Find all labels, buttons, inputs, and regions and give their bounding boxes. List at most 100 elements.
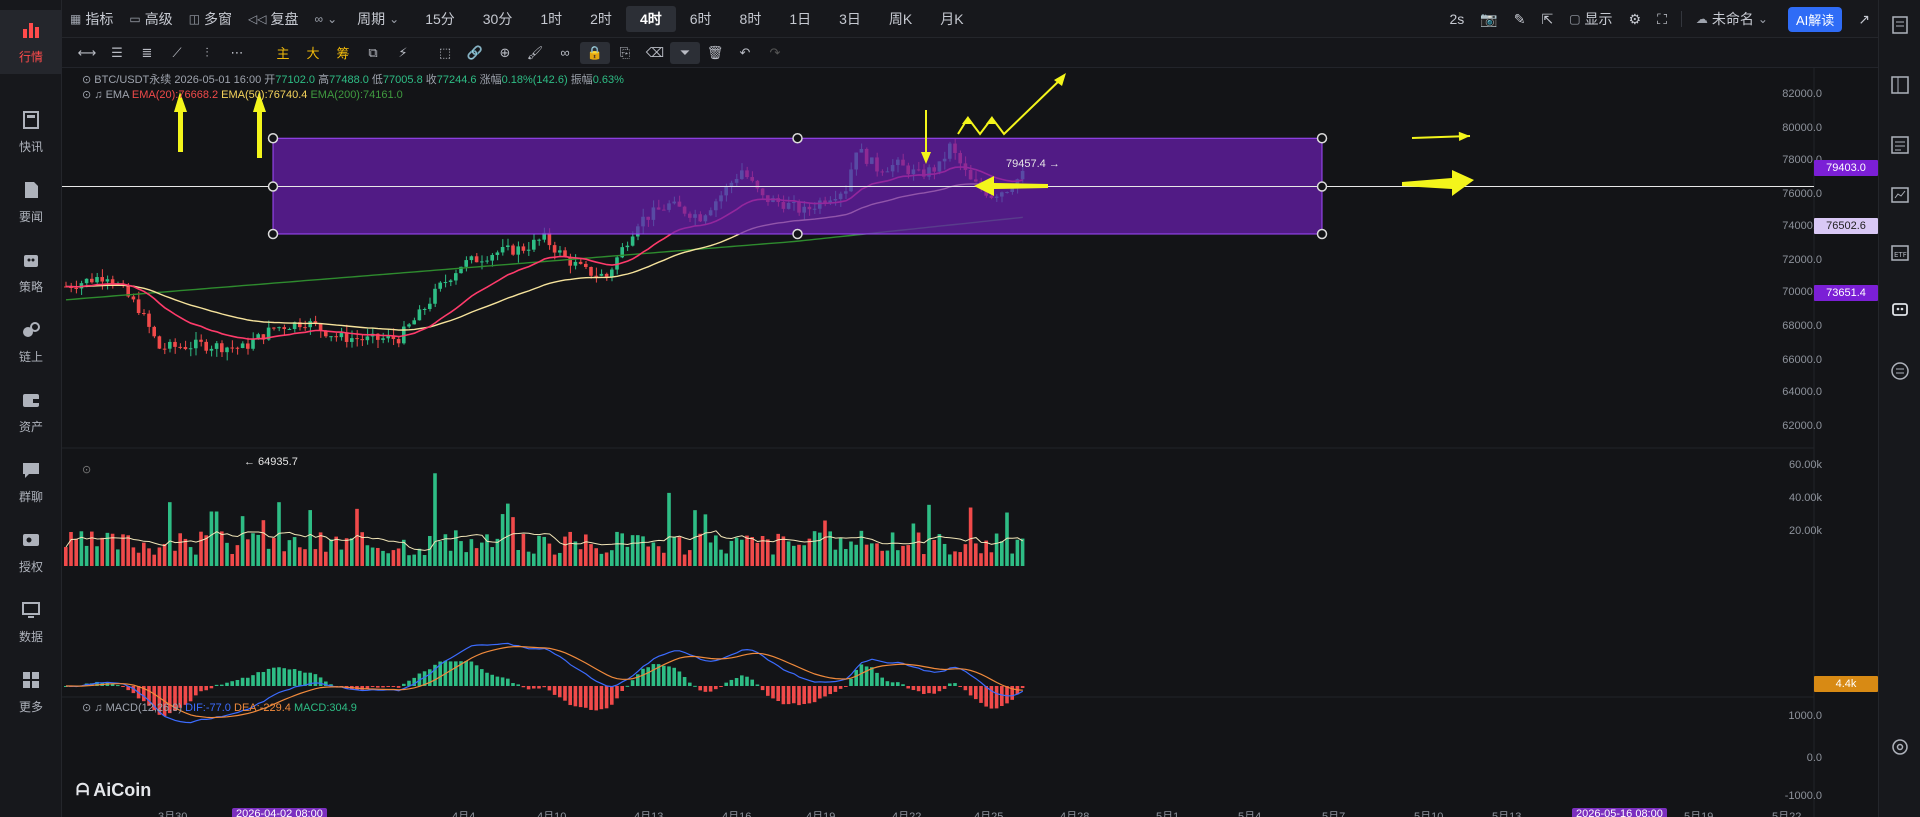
magnet-icon[interactable]: ∞ bbox=[550, 38, 580, 68]
display-button[interactable]: ▢ 显示 bbox=[1561, 0, 1620, 38]
volume-bar bbox=[324, 551, 328, 566]
timeframe-tab-0[interactable]: 15分 bbox=[411, 0, 469, 38]
display-icon: ▢ bbox=[1569, 12, 1581, 26]
swap-icon[interactable] bbox=[1889, 360, 1911, 382]
share-icon[interactable]: ⇱ bbox=[1533, 0, 1561, 38]
settings-gear-icon[interactable]: ⚙ bbox=[1621, 0, 1650, 38]
nav-item-0[interactable]: 行情 bbox=[0, 10, 62, 74]
chart-area[interactable]: ⊙ BTC/USDT永续 2026-05-01 16:00 开77102.0 高… bbox=[62, 68, 1878, 817]
nav-item-8[interactable]: 数据 bbox=[0, 590, 62, 654]
trash-icon[interactable]: 🗑 bbox=[700, 38, 730, 68]
timeframe-tab-7[interactable]: 1日 bbox=[775, 0, 825, 38]
zoom-in-icon[interactable]: ⊕ bbox=[490, 38, 520, 68]
nav-item-7[interactable]: 授权 bbox=[0, 520, 62, 584]
time-axis-label: 2026-04-02 08:00 bbox=[232, 808, 327, 817]
volume-bar bbox=[745, 535, 749, 566]
volume-bar bbox=[90, 531, 94, 566]
time-axis-label: 5月7 bbox=[1322, 811, 1346, 817]
eraser-icon[interactable]: ⌫ bbox=[640, 38, 670, 68]
timeframe-tab-9[interactable]: 周K bbox=[875, 0, 926, 38]
big-order-tool[interactable]: 大 bbox=[298, 38, 328, 68]
notes-icon[interactable] bbox=[1889, 14, 1911, 36]
timeframe-tab-1[interactable]: 30分 bbox=[469, 0, 527, 38]
volume-bar bbox=[1010, 553, 1014, 566]
time-axis[interactable]: 3月302026-04-02 08:004月44月74月104月134月164月… bbox=[62, 808, 1814, 817]
timeframe-tab-10[interactable]: 月K bbox=[926, 0, 977, 38]
more-tools-icon[interactable]: ⋯ bbox=[222, 38, 252, 68]
volume-toggle-icon[interactable]: ⊙ bbox=[82, 463, 91, 476]
advanced-button[interactable]: ▭ 高级 bbox=[121, 0, 180, 38]
camera-icon[interactable]: 📷 bbox=[1472, 0, 1505, 38]
macd-bar bbox=[740, 675, 744, 686]
link-icon[interactable]: 🔗 bbox=[460, 38, 490, 68]
volume-bar bbox=[266, 548, 271, 566]
alert-bell-icon[interactable]: ⊙ ♫ bbox=[82, 702, 103, 714]
volume-bar bbox=[386, 553, 390, 566]
trend-line-icon[interactable]: ⟋ bbox=[162, 38, 192, 68]
timeframe-tab-2[interactable]: 1时 bbox=[526, 0, 576, 38]
volume-bar bbox=[506, 503, 510, 566]
magic-wand-icon[interactable]: ⚡ bbox=[388, 38, 418, 68]
copy-icon[interactable]: ⧉ bbox=[358, 38, 388, 68]
chart-type-button[interactable]: ∞ ⌄ bbox=[307, 0, 350, 38]
refresh-interval[interactable]: 2s bbox=[1441, 0, 1472, 38]
macd-bar bbox=[974, 686, 978, 700]
expand-icon[interactable]: ↗ bbox=[1850, 0, 1878, 38]
rect-select-icon[interactable]: ⬚ bbox=[430, 38, 460, 68]
ema-name[interactable]: EMA bbox=[106, 89, 129, 101]
nav-item-1[interactable]: 快讯 bbox=[0, 100, 62, 164]
bot-icon[interactable] bbox=[1889, 298, 1911, 320]
layout-panel-icon[interactable] bbox=[1889, 74, 1911, 96]
macd-name[interactable]: MACD(12,26,9) bbox=[106, 702, 182, 714]
ai-interpret-button[interactable]: AI解读 bbox=[1787, 6, 1843, 32]
order-book-icon[interactable] bbox=[1889, 134, 1911, 156]
nav-item-3[interactable]: 策略 bbox=[0, 240, 62, 304]
timeframe-tab-5[interactable]: 6时 bbox=[676, 0, 726, 38]
legend-settings-icon[interactable]: ⊙ bbox=[82, 74, 91, 86]
horizontal-line-tool-icon[interactable]: ⟷ bbox=[72, 38, 102, 68]
macd-bar bbox=[506, 678, 510, 686]
clipboard-icon[interactable]: ⎘ bbox=[610, 38, 640, 68]
parallel-lines-icon[interactable]: ≣ bbox=[132, 38, 162, 68]
multi-window-button[interactable]: ◫ 多窗 bbox=[181, 0, 240, 38]
nav-item-9[interactable]: 更多 bbox=[0, 660, 62, 724]
volume-bar bbox=[610, 550, 614, 566]
ema20-value: EMA(20):76668.2 bbox=[131, 89, 219, 101]
macd-bar bbox=[698, 686, 702, 691]
layout-dropdown[interactable]: ☁ 未命名 ⌄ bbox=[1688, 0, 1780, 38]
etf-icon[interactable]: ETF bbox=[1889, 242, 1911, 264]
timeframe-tab-6[interactable]: 8时 bbox=[726, 0, 776, 38]
nav-item-5[interactable]: 资产 bbox=[0, 380, 62, 444]
fib-tool-icon[interactable]: ⫶ bbox=[192, 38, 222, 68]
replay-button[interactable]: ◁◁ 复盘 bbox=[240, 0, 306, 38]
volume-bar bbox=[178, 533, 182, 566]
period-dropdown[interactable]: 周期 ⌄ bbox=[349, 0, 411, 38]
macd-bar bbox=[953, 683, 957, 686]
chart-panel-icon[interactable] bbox=[1889, 184, 1911, 206]
volume-bar bbox=[885, 550, 890, 566]
brush-icon[interactable]: 🖌 bbox=[520, 38, 550, 68]
timeframe-tab-4[interactable]: 4时 bbox=[625, 5, 676, 32]
nav-item-2[interactable]: 要闻 bbox=[0, 170, 62, 234]
volume-bar bbox=[901, 545, 905, 566]
menu-lines-icon[interactable]: ☰ bbox=[102, 38, 132, 68]
fullscreen-icon[interactable]: ⛶ bbox=[1649, 0, 1675, 38]
undo-icon[interactable]: ↶ bbox=[730, 38, 760, 68]
macd-bar bbox=[625, 685, 630, 687]
nav-item-6[interactable]: 群聊 bbox=[0, 450, 62, 514]
indicator-button[interactable]: ▦ 指标 bbox=[62, 0, 121, 38]
main-force-tool[interactable]: 主 bbox=[268, 38, 298, 68]
pen-icon[interactable]: ✎ bbox=[1506, 0, 1534, 38]
volume-bar bbox=[833, 549, 838, 566]
chips-tool[interactable]: 筹 bbox=[328, 38, 358, 68]
gear-icon[interactable] bbox=[1889, 736, 1911, 758]
lock-icon[interactable]: 🔒 bbox=[580, 41, 610, 64]
filter-icon[interactable]: ⏷ bbox=[670, 41, 700, 64]
macd-bar bbox=[490, 674, 494, 686]
redo-icon[interactable]: ↷ bbox=[760, 38, 790, 68]
alert-bell-icon[interactable]: ⊙ ♫ bbox=[82, 89, 103, 101]
box-handle bbox=[267, 228, 279, 240]
nav-item-4[interactable]: 链上 bbox=[0, 310, 62, 374]
timeframe-tab-8[interactable]: 3日 bbox=[825, 0, 875, 38]
timeframe-tab-3[interactable]: 2时 bbox=[576, 0, 626, 38]
